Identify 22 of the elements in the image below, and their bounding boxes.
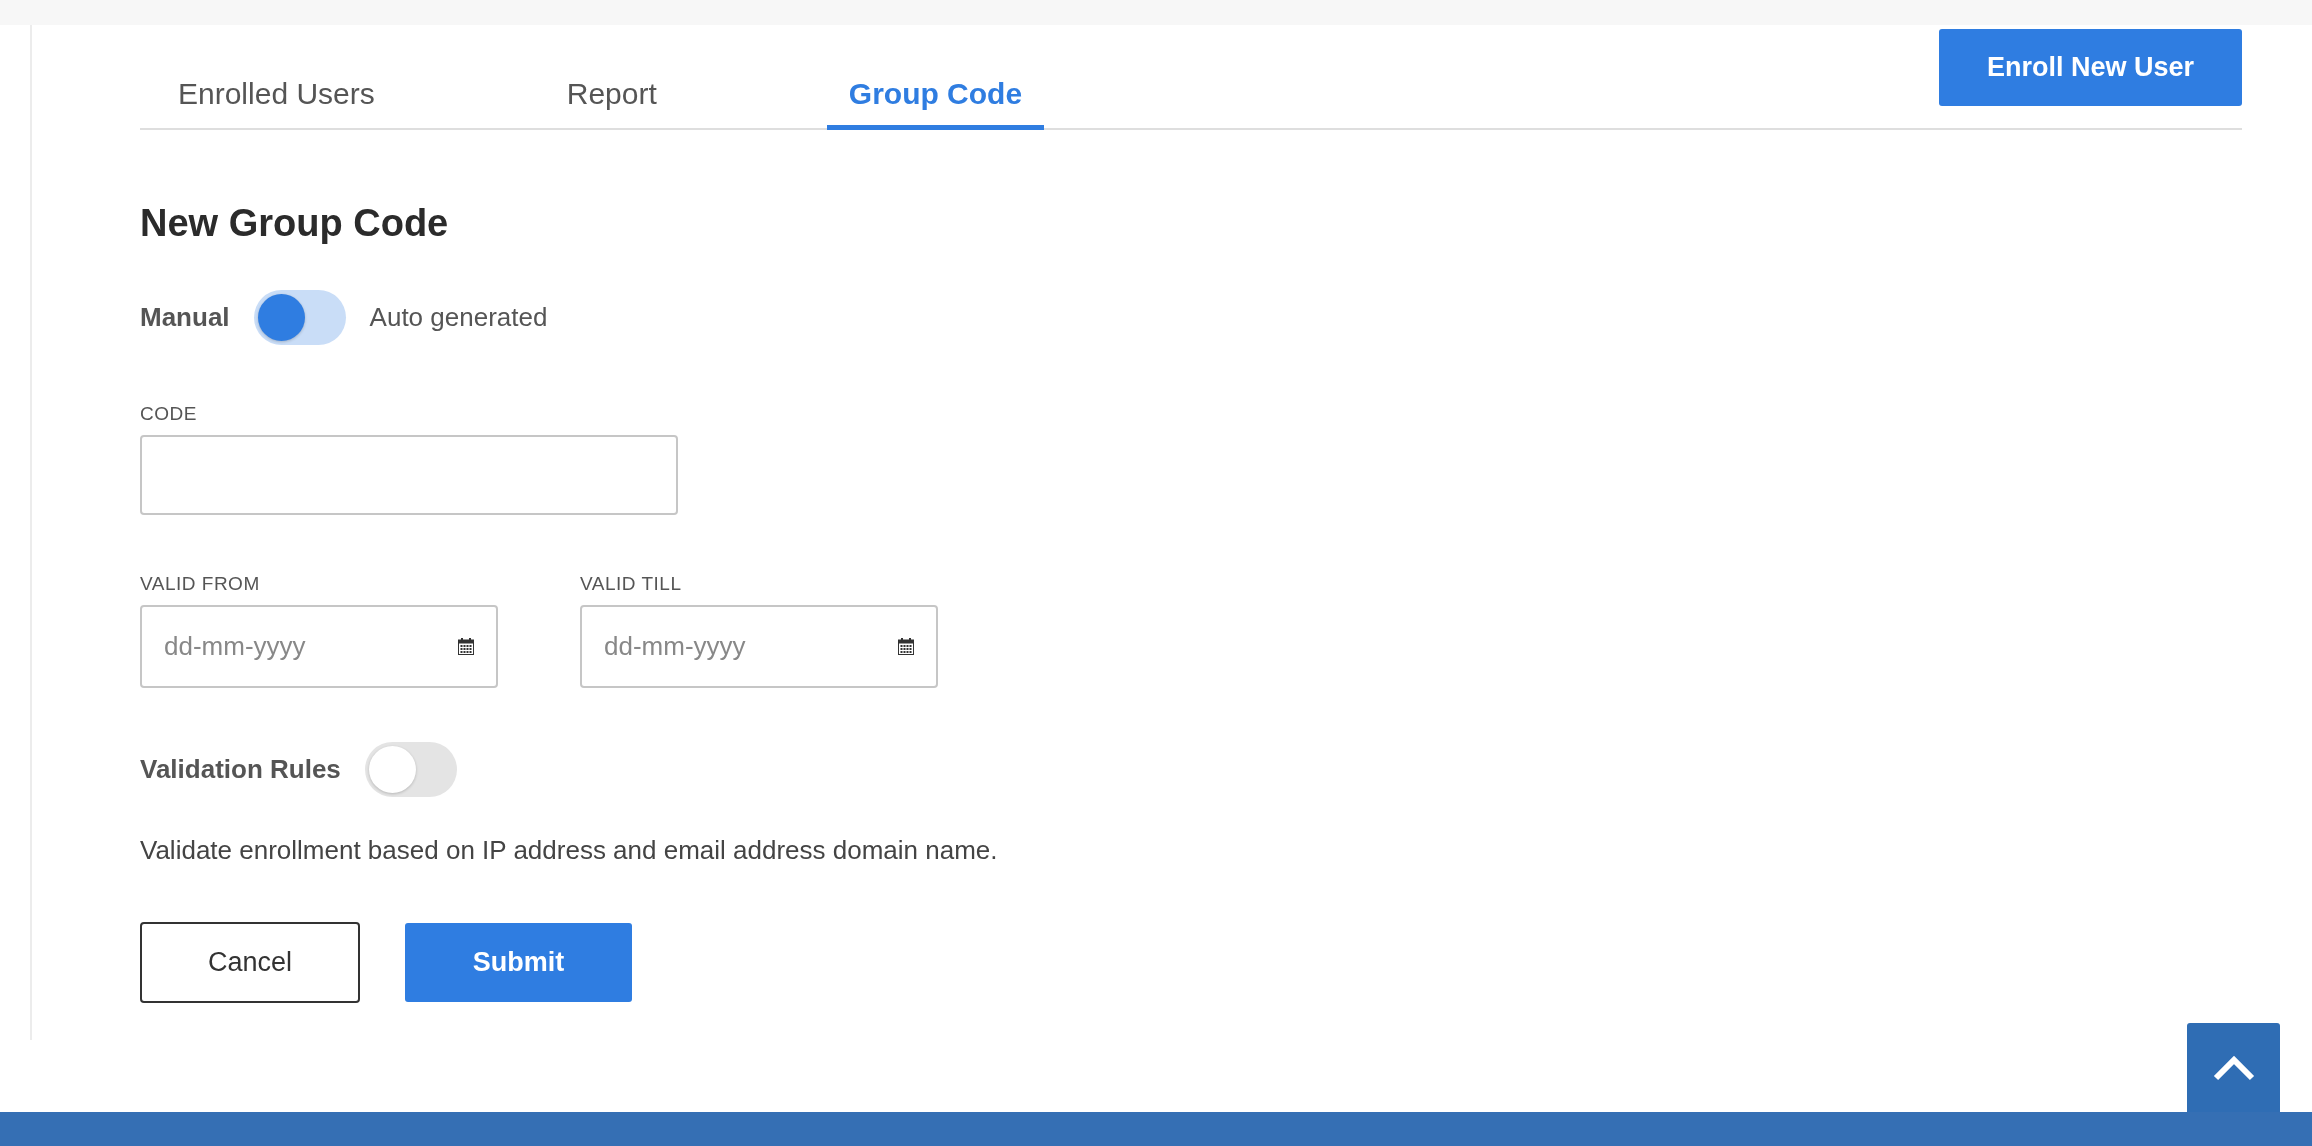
code-input[interactable] xyxy=(140,435,678,515)
description-text: Validate enrollment based on IP address and email address domain name. xyxy=(140,835,999,866)
field-label: VALID TILL xyxy=(580,573,683,595)
field-label: VALID FROM xyxy=(140,573,261,595)
form-title: New Group Code xyxy=(140,202,450,245)
date-input[interactable]: dd-mm-yyyy xyxy=(580,605,938,688)
switch-label: Manual xyxy=(140,302,230,333)
tab[interactable]: Report xyxy=(544,77,679,130)
switch-label: Validation Rules xyxy=(140,754,341,785)
cancel-button[interactable]: Cancel xyxy=(140,922,360,1003)
enroll-button[interactable]: Enroll New User xyxy=(1939,29,2242,106)
field-label: CODE xyxy=(140,403,198,425)
chevron-up-icon xyxy=(2211,1053,2256,1082)
tab[interactable]: Group Code xyxy=(826,77,1045,130)
switch-label: Auto generated xyxy=(369,302,548,333)
submit-button[interactable]: Submit xyxy=(405,923,632,1002)
calendar-icon[interactable] xyxy=(898,638,914,655)
scroll-up-button[interactable] xyxy=(2187,1023,2280,1112)
mode-switch[interactable] xyxy=(253,290,346,345)
date-input[interactable]: dd-mm-yyyy xyxy=(140,605,498,688)
tab[interactable]: Enrolled Users xyxy=(156,77,397,130)
calendar-icon[interactable] xyxy=(458,638,474,655)
